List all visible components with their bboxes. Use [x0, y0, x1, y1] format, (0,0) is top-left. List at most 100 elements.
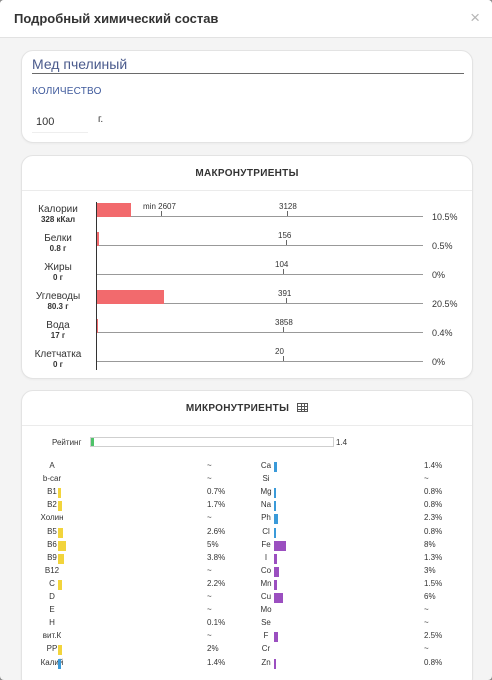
micro-level-bar	[274, 541, 286, 551]
micro-level-bar	[274, 632, 278, 642]
micro-name: C	[49, 579, 55, 588]
micro-value: 3.8%	[207, 553, 226, 562]
micro-value: 0.8%	[424, 658, 443, 667]
micro-name: D	[49, 592, 55, 601]
macronutrients-card: МАКРОНУТРИЕНТЫ Калории 328 кКал 3128 min 26…	[21, 155, 473, 379]
micro-value: 1.5%	[424, 579, 443, 588]
micro-row: A ~ Ca 1.4%	[22, 461, 472, 473]
micro-level-bar	[58, 501, 62, 511]
macro-percent: 10.5%	[432, 212, 458, 222]
micro-value: ~	[207, 605, 212, 614]
norm-tick	[283, 327, 284, 332]
macro-fill-bar	[97, 232, 99, 246]
micro-name: Калий	[40, 658, 64, 667]
norm-tick	[286, 298, 287, 303]
micro-name: b-car	[42, 474, 62, 483]
divider	[22, 425, 472, 426]
macro-amount: 328 кКал	[40, 215, 76, 224]
micro-level-bar	[58, 528, 63, 538]
rating-label: Рейтинг	[52, 438, 82, 447]
food-card: Мед пчелиный КОЛИЧЕСТВО г.	[21, 50, 473, 143]
norm-label: 391	[278, 289, 292, 298]
micro-level-bar	[58, 580, 62, 590]
macro-row: Клетчатка 0 г 20 0%	[22, 347, 472, 376]
macronutrients-title: МАКРОНУТРИЕНТЫ	[195, 168, 299, 179]
micro-value: 0.7%	[207, 487, 226, 496]
micro-name: B12	[44, 566, 60, 575]
micro-level-bar	[274, 514, 278, 524]
micro-level-bar	[58, 488, 61, 498]
micro-name: Si	[262, 474, 270, 483]
micro-row: B2 1.7% Na 0.8%	[22, 500, 472, 512]
macro-row: Калории 328 кКал 3128 min 2607 10.5%	[22, 202, 472, 231]
macro-fill-bar	[97, 319, 98, 333]
micro-value: 2.3%	[424, 513, 443, 522]
macro-name: Жиры	[44, 262, 72, 273]
nutrition-modal: Подробный химический состав × Мед пчелин…	[0, 0, 492, 680]
micro-row: C 2.2% Mn 1.5%	[22, 579, 472, 591]
macro-track	[97, 361, 423, 362]
micro-level-bar	[274, 462, 277, 472]
food-name-field[interactable]: Мед пчелиный	[32, 56, 464, 74]
micro-row: E ~ Mo ~	[22, 605, 472, 617]
micro-value: ~	[424, 618, 429, 627]
micro-value: ~	[207, 592, 212, 601]
micro-value: ~	[207, 474, 212, 483]
macro-amount: 0.8 г	[49, 244, 67, 253]
micro-name: вит.К	[42, 631, 62, 640]
macro-track	[97, 274, 423, 275]
macro-name: Углеводы	[35, 291, 81, 302]
micro-name: Na	[260, 500, 272, 509]
macro-amount: 17 г	[50, 331, 66, 340]
micro-value: 1.7%	[207, 500, 226, 509]
micro-value: 3%	[424, 566, 436, 575]
micro-row: B9 3.8% I 1.3%	[22, 553, 472, 565]
macro-name: Вода	[46, 320, 70, 331]
macro-name: Калории	[38, 204, 78, 215]
quantity-input[interactable]	[32, 111, 88, 133]
micro-level-bar	[58, 659, 61, 669]
macro-amount: 0 г	[52, 360, 63, 369]
micro-level-bar	[274, 501, 276, 511]
micro-name: Cl	[262, 527, 270, 536]
micro-name: H	[49, 618, 55, 627]
micro-row: PP 2% Cr ~	[22, 644, 472, 656]
macro-row: Углеводы 80.3 г 391 20.5%	[22, 289, 472, 318]
micro-value: 2.5%	[424, 631, 443, 640]
micro-value: 0.8%	[424, 500, 443, 509]
macro-amount: 0 г	[52, 273, 63, 282]
micro-name: Холин	[40, 513, 64, 522]
micro-level-bar	[274, 528, 276, 538]
micro-name: A	[49, 461, 55, 470]
micro-value: ~	[207, 461, 212, 470]
rating-value: 1.4	[336, 438, 348, 447]
micro-value: 8%	[424, 540, 436, 549]
micro-value: ~	[424, 474, 429, 483]
norm-label: 156	[278, 231, 292, 240]
micro-value: ~	[207, 513, 212, 522]
micro-level-bar	[274, 580, 277, 590]
micro-name: Zn	[261, 658, 271, 667]
micro-name: E	[49, 605, 55, 614]
min-label: min 2607	[143, 202, 176, 211]
min-tick	[161, 211, 162, 216]
micro-level-bar	[274, 659, 276, 669]
micro-row: B12 ~ Co 3%	[22, 566, 472, 578]
micro-value: 1.4%	[424, 461, 443, 470]
micro-level-bar	[274, 488, 276, 498]
macro-percent: 0%	[432, 270, 446, 280]
norm-tick	[287, 211, 288, 216]
micro-level-bar	[274, 593, 283, 603]
macro-name: Клетчатка	[34, 349, 82, 360]
close-icon[interactable]: ×	[470, 9, 480, 26]
norm-label: 3858	[275, 318, 293, 327]
table-icon[interactable]	[297, 403, 309, 412]
micro-value: ~	[207, 631, 212, 640]
micro-name: Cr	[261, 644, 271, 653]
macro-percent: 20.5%	[432, 299, 458, 309]
macro-fill-bar	[97, 203, 131, 217]
macro-name: Белки	[44, 233, 72, 244]
rating-bar	[90, 437, 334, 447]
micro-row: вит.К ~ F 2.5%	[22, 631, 472, 643]
micro-value: 0.8%	[424, 527, 443, 536]
